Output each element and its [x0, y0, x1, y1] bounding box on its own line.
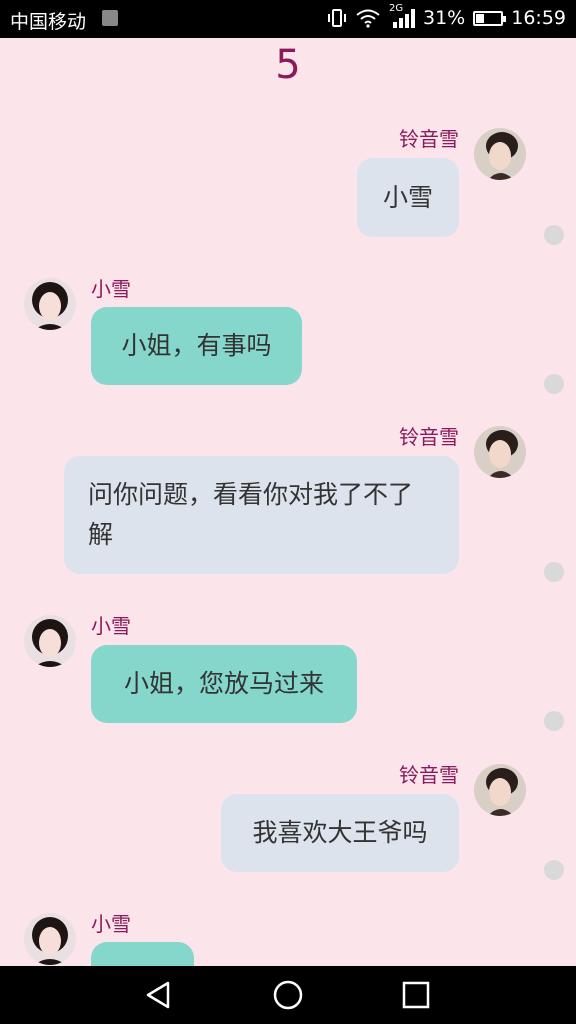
counter-title: 5	[275, 42, 301, 88]
status-icons: 2G 31% 16:59	[327, 3, 566, 29]
message-bubble-me[interactable]: 问你问题，看看你对我了不了解	[64, 456, 459, 574]
back-icon[interactable]	[142, 978, 176, 1012]
avatar-other[interactable]	[24, 913, 76, 965]
carrier-label: 中国移动	[10, 11, 87, 33]
read-status-dot	[544, 374, 564, 394]
avatar-other[interactable]	[24, 278, 76, 330]
signal-icon	[393, 9, 415, 28]
read-status-dot	[544, 860, 564, 880]
avatar-other[interactable]	[24, 615, 76, 667]
message-bubble-me[interactable]: 我喜欢大王爷吗	[221, 794, 459, 872]
message-bubble-other[interactable]: 小姐，有事吗	[91, 307, 302, 385]
sender-name: 铃音雪	[399, 127, 459, 151]
status-bar: 中国移动 2G 31% 16:59	[0, 0, 576, 38]
sender-name: 铃音雪	[399, 425, 459, 449]
read-status-dot	[544, 225, 564, 245]
navigation-bar	[0, 966, 576, 1024]
home-icon[interactable]	[271, 978, 305, 1012]
avatar-me[interactable]	[474, 128, 526, 180]
sender-name: 小雪	[91, 614, 131, 638]
message-bubble-me[interactable]: 小雪	[357, 158, 459, 237]
image-notification-icon	[102, 10, 118, 26]
message-bubble-other[interactable]: 小姐，您放马过来	[91, 645, 357, 723]
avatar-me[interactable]	[474, 426, 526, 478]
read-status-dot	[544, 711, 564, 731]
avatar-me[interactable]	[474, 764, 526, 816]
recents-icon[interactable]	[399, 978, 433, 1012]
wifi-icon	[356, 9, 380, 28]
battery-percent: 31%	[423, 7, 466, 29]
signal-indicator: 2G	[389, 3, 415, 29]
sender-name: 小雪	[91, 912, 131, 936]
sender-name: 铃音雪	[399, 763, 459, 787]
read-status-dot	[544, 562, 564, 582]
clock: 16:59	[511, 7, 566, 29]
battery-icon	[473, 10, 507, 26]
sender-name: 小雪	[91, 277, 131, 301]
vibrate-icon	[328, 9, 346, 27]
